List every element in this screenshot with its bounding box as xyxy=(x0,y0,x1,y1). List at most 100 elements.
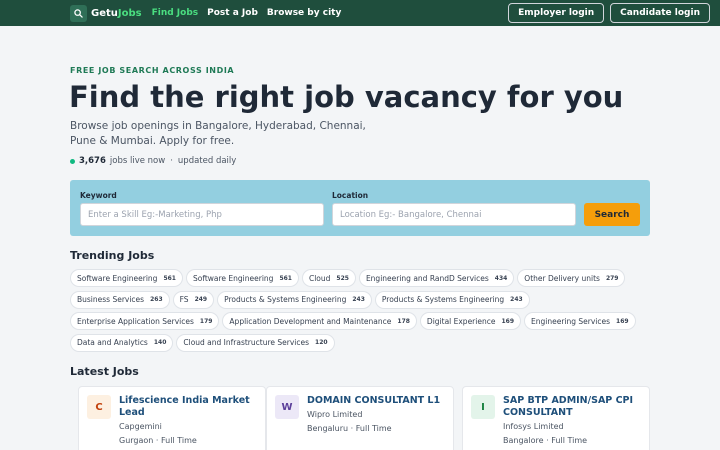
company-name: Infosys Limited xyxy=(503,422,564,431)
live-separator: · xyxy=(170,156,173,166)
chip-count: 120 xyxy=(315,339,328,346)
chip-count: 243 xyxy=(352,296,365,303)
job-card[interactable]: W DOMAIN CONSULTANT L1 Wipro Limited Bengal… xyxy=(266,386,454,450)
job-type: Full Time xyxy=(161,436,197,445)
trending-chip[interactable]: Enterprise Application Services 179 xyxy=(70,312,220,330)
chip-count: 178 xyxy=(397,317,410,325)
chip-count: 179 xyxy=(199,317,213,325)
trending-chip[interactable]: Cloud 525 xyxy=(301,269,356,287)
job-title[interactable]: SAP BTP ADMIN/SAP CPI CONSULTANT xyxy=(503,395,645,419)
chip-label: Engineering and RandD Services xyxy=(365,273,489,283)
chip-label: Enterprise Application Services xyxy=(77,316,194,326)
job-meta: Bengaluru · Full Time xyxy=(307,424,449,433)
nav-post-a-job[interactable]: Post a Job xyxy=(207,8,258,18)
chip-count: 169 xyxy=(616,317,629,325)
updated-daily-text: updated daily xyxy=(177,156,237,166)
chip-count: 249 xyxy=(194,296,208,303)
chip-label: Products & Systems Engineering xyxy=(381,295,505,304)
job-card[interactable]: C Lifescience India Market Lead Capgemini G… xyxy=(78,386,266,450)
trending-chip[interactable]: Software Engineering 561 xyxy=(70,269,183,287)
job-card-body: SAP BTP ADMIN/SAP CPI CONSULTANT Infosys … xyxy=(503,395,645,445)
job-meta: Gurgaon · Full Time xyxy=(119,436,261,445)
search-icon xyxy=(70,4,87,22)
trending-chip[interactable]: Engineering and RandD Services 434 xyxy=(358,269,515,287)
trending-chip[interactable]: Software Engineering 561 xyxy=(185,269,299,287)
trending-chip[interactable]: Business Services 263 xyxy=(70,290,170,309)
company-logo: W xyxy=(275,395,299,419)
company-name: Capgemini xyxy=(119,422,162,431)
latest-jobs-heading: Latest Jobs xyxy=(70,365,139,378)
hero-eyebrow: FREE JOB SEARCH ACROSS INDIA xyxy=(70,66,235,75)
trending-chip[interactable]: Application Development and Maintenance 1… xyxy=(222,312,417,330)
live-jobs-count: 3,676 xyxy=(79,156,106,166)
chip-count: 561 xyxy=(163,274,176,282)
chip-label: Other Delivery units xyxy=(524,273,600,283)
chip-count: 561 xyxy=(279,274,292,282)
top-navbar: GetuJobs Find Jobs Post a Job Browse by … xyxy=(0,0,720,26)
job-location: Bangalore xyxy=(503,436,544,445)
trending-chip[interactable]: Other Delivery units 279 xyxy=(517,269,626,287)
job-meta: Bangalore · Full Time xyxy=(503,436,645,445)
company-logo: C xyxy=(87,395,111,419)
job-card-body: DOMAIN CONSULTANT L1 Wipro Limited Bengalu… xyxy=(307,395,449,433)
chip-label: Data and Analytics xyxy=(77,338,148,347)
location-label: Location xyxy=(332,191,369,200)
trending-jobs-heading: Trending Jobs xyxy=(70,249,155,262)
job-title[interactable]: Lifescience India Market Lead xyxy=(119,395,261,419)
chip-count: 279 xyxy=(605,274,619,282)
nav-browse-by-city[interactable]: Browse by city xyxy=(267,8,341,18)
meta-separator: · xyxy=(350,424,354,433)
hero-subtitle: Browse job openings in Bangalore, Hydera… xyxy=(70,120,366,147)
trending-chip[interactable]: Data and Analytics 140 xyxy=(70,333,174,352)
chip-count: 140 xyxy=(153,339,167,346)
keyword-label: Keyword xyxy=(80,191,117,200)
employer-login-button[interactable]: Employer login xyxy=(508,3,605,23)
trending-chip[interactable]: Products & Systems Engineering 243 xyxy=(374,290,530,309)
job-search-panel: Keyword Location Search xyxy=(70,180,650,236)
candidate-login-button[interactable]: Candidate login xyxy=(610,3,710,23)
chip-count: 243 xyxy=(510,296,523,303)
chip-label: Software Engineering xyxy=(77,273,158,283)
chip-label: Digital Experience xyxy=(426,316,496,326)
trending-chip[interactable]: FS 249 xyxy=(172,290,215,309)
page-title: Find the right job vacancy for you xyxy=(69,80,624,114)
job-location: Bengaluru xyxy=(307,424,349,433)
chip-label: Cloud xyxy=(308,273,331,283)
chip-label: Engineering Services xyxy=(531,316,611,326)
chip-label: FS xyxy=(179,295,189,304)
live-jobs-text: jobs live now xyxy=(109,156,166,166)
job-type: Full Time xyxy=(551,436,588,445)
chip-count: 169 xyxy=(501,317,514,325)
job-type: Full Time xyxy=(355,424,392,433)
live-jobs-status: 3,676 jobs live now · updated daily xyxy=(70,156,236,166)
meta-separator: · xyxy=(546,436,549,445)
auth-buttons: Employer login Candidate login xyxy=(502,3,710,23)
job-card[interactable]: I SAP BTP ADMIN/SAP CPI CONSULTANT Infosys… xyxy=(462,386,650,450)
brand-name: GetuJobs xyxy=(91,7,142,19)
keyword-input[interactable] xyxy=(80,203,324,226)
job-card-body: Lifescience India Market Lead Capgemini Gu… xyxy=(119,395,261,445)
chip-label: Products & Systems Engineering xyxy=(224,295,347,304)
chip-label: Software Engineering xyxy=(192,273,274,283)
job-location: Gurgaon xyxy=(119,436,154,445)
trending-chips: Software Engineering 561 Software Engineer… xyxy=(70,269,660,355)
nav-find-jobs[interactable]: Find Jobs xyxy=(152,8,199,18)
chip-count: 525 xyxy=(336,274,349,282)
chip-label: Cloud and Infrastructure Services xyxy=(183,338,310,347)
live-dot-icon xyxy=(70,158,75,164)
location-input[interactable] xyxy=(332,203,576,226)
chip-label: Application Development and Maintenance xyxy=(229,316,392,326)
chip-label: Business Services xyxy=(77,295,145,304)
chip-count: 263 xyxy=(150,296,163,303)
trending-chip[interactable]: Cloud and Infrastructure Services 120 xyxy=(176,333,335,352)
brand-logo[interactable]: GetuJobs xyxy=(70,4,142,22)
trending-chip[interactable]: Engineering Services 169 xyxy=(524,312,636,330)
company-name: Wipro Limited xyxy=(307,410,363,419)
search-button[interactable]: Search xyxy=(584,203,640,226)
meta-separator: · xyxy=(155,436,159,445)
main-nav: Find Jobs Post a Job Browse by city xyxy=(152,8,351,18)
chip-count: 434 xyxy=(494,274,508,282)
trending-chip[interactable]: Digital Experience 169 xyxy=(419,312,521,330)
trending-chip[interactable]: Products & Systems Engineering 243 xyxy=(217,290,372,309)
job-title[interactable]: DOMAIN CONSULTANT L1 xyxy=(307,395,449,407)
